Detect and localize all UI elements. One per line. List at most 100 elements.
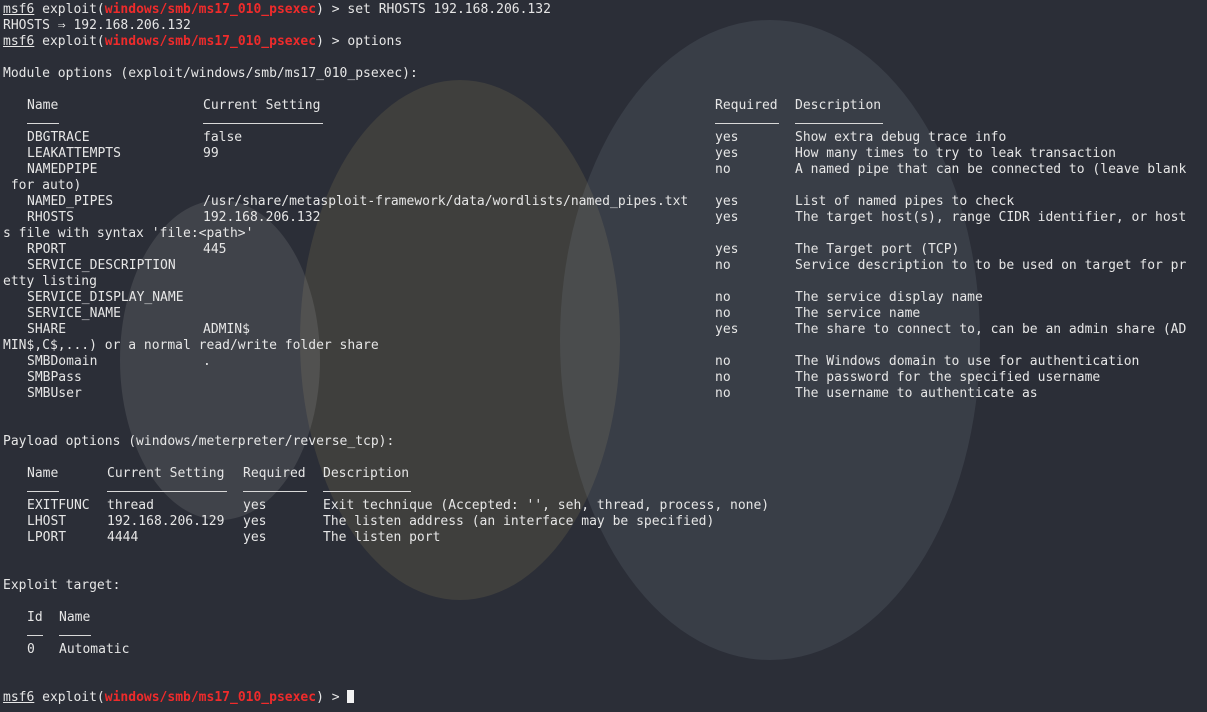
prompt-module: windows/smb/ms17_010_psexec (104, 34, 317, 49)
table-row: SERVICE_DISPLAY_NAME no The service displa… (3, 290, 1207, 306)
option-setting: ADMIN$ (203, 322, 250, 337)
option-required: yes (715, 146, 739, 161)
option-setting: 192.168.206.132 (203, 210, 321, 225)
payload-options-header-underline (3, 482, 1207, 498)
table-row: LPORT 4444 yes The listen port (3, 530, 1207, 546)
table-row: NAMED_PIPES/usr/share/metasploit-framewo… (3, 194, 1207, 210)
option-name: RPORT (27, 242, 67, 257)
payload-options-header-row: Name Current Setting Required Descriptio… (3, 466, 1207, 482)
text-cursor[interactable] (347, 690, 355, 703)
option-name: SMBPass (27, 370, 82, 385)
result-value: 192.168.206.132 (73, 18, 191, 33)
module-options-header-row: Name Current Setting Required Descriptio… (3, 98, 1207, 114)
prompt-word: exploit( (42, 2, 105, 17)
prompt-module: windows/smb/ms17_010_psexec (104, 690, 317, 705)
header-underline (27, 634, 43, 636)
option-description: Exit technique (Accepted: '', seh, threa… (323, 498, 770, 513)
command-text: options (347, 34, 403, 49)
option-description: The Target port (TCP) (795, 242, 960, 257)
header-underline (715, 122, 779, 124)
column-header-setting: Current Setting (107, 466, 225, 481)
option-required: yes (715, 194, 739, 209)
option-description: How many times to try to leak transactio… (795, 146, 1116, 161)
column-header-name: Name (59, 610, 91, 625)
option-required: no (715, 386, 731, 401)
header-underline (243, 490, 307, 492)
result-key: RHOSTS (3, 18, 50, 33)
wrapped-line: s file with syntax 'file:<path>' (3, 226, 254, 241)
option-required: yes (715, 242, 739, 257)
table-row: SMBUser no The username to authenticate as (3, 386, 1207, 402)
column-header-setting: Current Setting (203, 98, 321, 113)
option-required: no (715, 258, 731, 273)
column-header-id: Id (27, 610, 43, 625)
option-setting: false (203, 130, 243, 145)
prompt-line-active[interactable]: msf6 exploit(windows/smb/ms17_010_psexec… (3, 690, 1207, 706)
option-description: The target host(s), range CIDR identifie… (795, 210, 1187, 225)
header-underline (323, 490, 411, 492)
table-row: SHARE ADMIN$ yes The share to connect to, c… (3, 322, 1207, 338)
module-options-heading: Module options (exploit/windows/smb/ms17… (3, 66, 418, 81)
module-options-header-underline (3, 114, 1207, 130)
option-name: SERVICE_DISPLAY_NAME (27, 290, 184, 305)
option-required: yes (243, 530, 267, 545)
option-description: The Windows domain to use for authentica… (795, 354, 1140, 369)
header-underline (27, 490, 59, 492)
column-header-required: Required (243, 466, 306, 481)
option-name: SERVICE_DESCRIPTION (27, 258, 176, 273)
option-setting: 4444 (107, 530, 139, 545)
wrapped-line: etty listing (3, 274, 97, 289)
option-setting: 192.168.206.129 (107, 514, 225, 529)
option-description: Show extra debug trace info (795, 130, 1007, 145)
option-setting: thread (107, 498, 154, 513)
target-id: 0 (27, 642, 35, 657)
exploit-target-table: 0 Automatic (3, 642, 1207, 658)
option-name: LHOST (27, 514, 67, 529)
table-row: SMBPass no The password for the specified … (3, 370, 1207, 386)
option-required: no (715, 354, 731, 369)
option-description: The listen port (323, 530, 441, 545)
header-underline (27, 122, 59, 124)
option-setting: 445 (203, 242, 227, 257)
arrow-icon: ⇒ (57, 18, 66, 33)
option-name: EXITFUNC (27, 498, 90, 513)
table-row: 0 Automatic (3, 642, 1207, 658)
table-row: SERVICE_NAME no The service name (3, 306, 1207, 322)
prompt-word: exploit( (42, 34, 105, 49)
exploit-target-heading: Exploit target: (3, 578, 121, 593)
option-required: yes (715, 322, 739, 337)
option-description: The service name (795, 306, 921, 321)
terminal-output[interactable]: msf6 exploit(windows/smb/ms17_010_psexec… (3, 2, 1207, 712)
table-row: EXITFUNC thread yes Exit technique (Accepte… (3, 498, 1207, 514)
header-underline (59, 634, 91, 636)
option-description: A named pipe that can be connected to (l… (795, 162, 1187, 177)
prompt-user: msf6 (3, 690, 35, 705)
payload-options-table: EXITFUNC thread yes Exit technique (Accepte… (3, 498, 1207, 546)
option-required: yes (243, 514, 267, 529)
option-name: NAMED_PIPES (27, 194, 114, 209)
prompt-line: msf6 exploit(windows/smb/ms17_010_psexec… (3, 2, 1207, 18)
prompt-user: msf6 (3, 2, 35, 17)
column-header-name: Name (27, 466, 59, 481)
option-description: The listen address (an interface may be … (323, 514, 715, 529)
option-required: yes (715, 210, 739, 225)
option-setting: . (203, 354, 211, 369)
wrapped-line: MIN$,C$,...) or a normal read/write fold… (3, 338, 379, 353)
column-header-description: Description (323, 466, 410, 481)
option-required: no (715, 290, 731, 305)
prompt-word: exploit( (42, 690, 105, 705)
option-required: no (715, 306, 731, 321)
option-description: The username to authenticate as (795, 386, 1038, 401)
prompt-module: windows/smb/ms17_010_psexec (104, 2, 317, 17)
command-result: RHOSTS ⇒ 192.168.206.132 (3, 18, 1207, 34)
target-name: Automatic (59, 642, 130, 657)
table-row: SMBDomain. no The Windows domain to use fo… (3, 354, 1207, 370)
option-name: SERVICE_NAME (27, 306, 121, 321)
wrapped-line: for auto) (3, 178, 82, 193)
